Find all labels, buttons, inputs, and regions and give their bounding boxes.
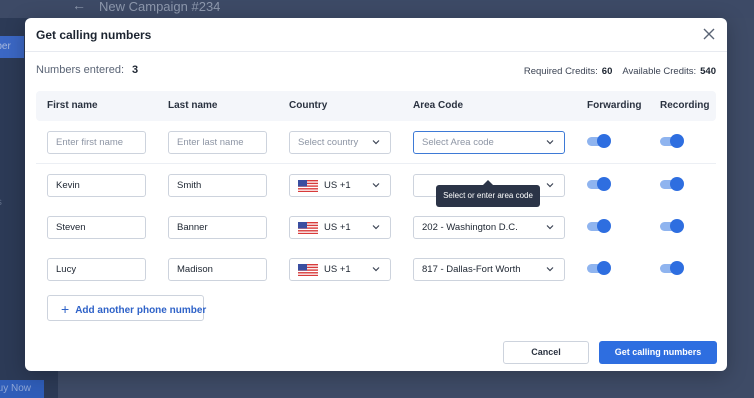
sidebar-active-item[interactable]: mber [0, 36, 24, 58]
last-name-input[interactable]: Banner [168, 216, 267, 239]
chevron-down-icon [372, 225, 380, 230]
toggle-knob [670, 219, 684, 233]
area-code-select[interactable]: 817 - Dallas-Fort Worth [413, 258, 565, 281]
recording-toggle[interactable] [660, 219, 684, 233]
column-header-recording: Recording [660, 100, 710, 111]
table-row: Lucy Madison US +1 817 - Dallas-Fort Wor… [36, 249, 716, 291]
last-name-input[interactable]: Madison [168, 258, 267, 281]
buy-now-button[interactable]: Buy Now [0, 380, 44, 398]
available-credits-value: 540 [700, 66, 716, 77]
numbers-entered-label: Numbers entered: [36, 64, 125, 76]
campaign-title: New Campaign #234 [99, 0, 221, 14]
toggle-knob [597, 261, 611, 275]
column-header-area-code: Area Code [413, 100, 464, 111]
country-code: US +1 [324, 222, 351, 233]
column-header-forwarding: Forwarding [587, 100, 642, 111]
country-select-placeholder: Select country [298, 137, 359, 148]
toggle-knob [670, 134, 684, 148]
country-select[interactable]: US +1 [289, 216, 391, 239]
area-code-value: 202 - Washington D.C. [422, 222, 518, 233]
dialog-header: Get calling numbers [25, 18, 727, 52]
get-calling-numbers-dialog: Get calling numbers Numbers entered: 3 Re… [25, 18, 727, 371]
recording-toggle[interactable] [660, 134, 684, 148]
chevron-down-icon [372, 140, 380, 145]
table-row-new: Enter first name Enter last name Select … [36, 122, 716, 164]
us-flag-icon [298, 264, 318, 276]
cancel-button[interactable]: Cancel [503, 341, 589, 364]
last-name-input[interactable]: Enter last name [168, 131, 267, 154]
column-header-country: Country [289, 100, 328, 111]
table-row: Steven Banner US +1 202 - Washington D.C… [36, 207, 716, 249]
us-flag-icon [298, 180, 318, 192]
area-code-placeholder: Select Area code [422, 137, 494, 148]
chevron-down-icon [546, 140, 554, 145]
area-code-tooltip: Select or enter area code [436, 180, 540, 207]
area-code-select[interactable]: 202 - Washington D.C. [413, 216, 565, 239]
column-header-first-name: First name [47, 100, 98, 111]
toggle-knob [670, 177, 684, 191]
add-phone-number-button[interactable]: + Add another phone number [47, 295, 207, 321]
first-name-input[interactable]: Steven [47, 216, 146, 239]
toggle-knob [597, 219, 611, 233]
chevron-down-icon [372, 183, 380, 188]
forwarding-toggle[interactable] [587, 177, 611, 191]
numbers-entered: Numbers entered: 3 [36, 64, 138, 76]
plus-icon: + [61, 301, 70, 317]
area-code-select[interactable]: Select Area code [413, 131, 565, 154]
app-topbar: ← New Campaign #234 [0, 0, 754, 18]
sidebar-item-label[interactable]: ers [0, 197, 24, 208]
chevron-down-icon [372, 267, 380, 272]
toggle-knob [597, 177, 611, 191]
dialog-title: Get calling numbers [36, 28, 152, 42]
table-row: Kevin Smith US +1 [36, 165, 716, 207]
last-name-input[interactable]: Smith [168, 174, 267, 197]
column-header-last-name: Last name [168, 100, 218, 111]
area-code-value: 817 - Dallas-Fort Worth [422, 264, 521, 275]
get-calling-numbers-button[interactable]: Get calling numbers [599, 341, 717, 364]
available-credits-label: Available Credits: [622, 66, 697, 77]
forwarding-toggle[interactable] [587, 134, 611, 148]
required-credits-value: 60 [601, 66, 613, 77]
country-select[interactable]: US +1 [289, 174, 391, 197]
table-header: First name Last name Country Area Code F… [36, 91, 716, 121]
first-name-input[interactable]: Enter first name [47, 131, 146, 154]
numbers-entered-value: 3 [132, 64, 139, 76]
recording-toggle[interactable] [660, 261, 684, 275]
forwarding-toggle[interactable] [587, 261, 611, 275]
country-code: US +1 [324, 264, 351, 275]
close-icon[interactable] [701, 26, 717, 42]
add-phone-number-label: Add another phone number [75, 305, 207, 316]
us-flag-icon [298, 222, 318, 234]
country-select[interactable]: US +1 [289, 258, 391, 281]
credits-info: Required Credits: 60 Available Credits: 540 [524, 66, 716, 77]
forwarding-toggle[interactable] [587, 219, 611, 233]
first-name-input[interactable]: Lucy [47, 258, 146, 281]
toggle-knob [597, 134, 611, 148]
first-name-input[interactable]: Kevin [47, 174, 146, 197]
recording-toggle[interactable] [660, 177, 684, 191]
country-code: US +1 [324, 180, 351, 191]
chevron-down-icon [546, 225, 554, 230]
credits-summary: Numbers entered: 3 Required Credits: 60 Ava… [25, 62, 727, 80]
back-arrow-icon[interactable]: ← [72, 0, 86, 13]
chevron-down-icon [546, 183, 554, 188]
toggle-knob [670, 261, 684, 275]
required-credits-label: Required Credits: [523, 66, 598, 77]
country-select[interactable]: Select country [289, 131, 391, 154]
chevron-down-icon [546, 267, 554, 272]
